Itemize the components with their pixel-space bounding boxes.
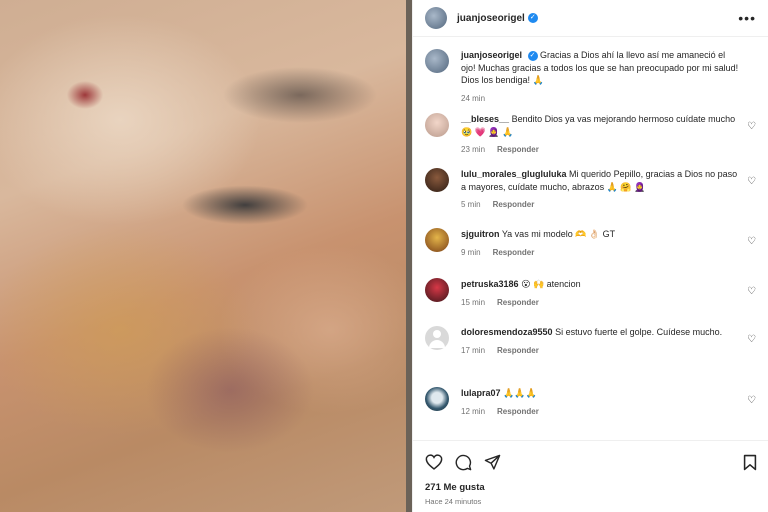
comment-username[interactable]: lulu_morales_glugluluka [461, 169, 567, 179]
comment-username[interactable]: doloresmendoza9550 [461, 327, 553, 337]
author-avatar[interactable] [425, 7, 447, 29]
reply-button[interactable]: Responder [493, 248, 535, 257]
verified-badge-icon: ✓ [527, 50, 538, 61]
commenter-avatar[interactable] [425, 278, 449, 302]
comment-text: 🙏🙏🙏 [503, 388, 537, 398]
commenter-avatar[interactable] [425, 387, 449, 411]
like-comment-icon[interactable]: ♡ [747, 176, 756, 187]
like-count[interactable]: 271 Me gusta [425, 482, 757, 493]
reply-button[interactable]: Responder [497, 298, 539, 307]
comment-text: Ya vas mi modelo 🫶 👌🏻 GT [501, 229, 616, 239]
comment-item: petruska3186 😮 🙌 atencion 15 min Responde… [425, 278, 756, 326]
heart-icon[interactable] [425, 454, 443, 470]
commenter-avatar[interactable] [425, 168, 449, 192]
comment-username[interactable]: lulapra07 [461, 388, 501, 398]
like-comment-icon[interactable]: ♡ [747, 121, 756, 132]
commenter-avatar[interactable] [425, 113, 449, 137]
comment-username[interactable]: sjguitron [461, 229, 500, 239]
comment-time: 12 min [461, 406, 486, 416]
caption-username[interactable]: juanjoseorigel [461, 50, 522, 60]
post-photo[interactable] [0, 0, 412, 512]
bookmark-icon[interactable] [743, 454, 757, 471]
comment-time: 9 min [461, 247, 481, 257]
post-header: juanjoseorigel ✓ ••• [413, 0, 768, 37]
post-side-panel: juanjoseorigel ✓ ••• juanjoseorigel ✓ Gr… [412, 0, 768, 512]
author-username[interactable]: juanjoseorigel [457, 13, 525, 24]
like-comment-icon[interactable]: ♡ [747, 236, 756, 247]
comment-time: 5 min [461, 200, 481, 209]
caption-item: juanjoseorigel ✓ Gracias a Dios ahí la l… [425, 49, 756, 113]
comment-item: lulapra07 🙏🙏🙏 12 min Responder ♡ [425, 387, 756, 427]
like-comment-icon[interactable]: ♡ [747, 286, 756, 297]
more-options-icon[interactable]: ••• [738, 10, 756, 26]
comment-item: __bleses__ Bendito Dios ya vas mejorando… [425, 113, 756, 168]
comment-username[interactable]: __bleses__ [461, 114, 509, 124]
comment-username[interactable]: petruska3186 [461, 279, 519, 289]
comment-item: doloresmendoza9550 Si estuvo fuerte el g… [425, 326, 756, 387]
commenter-avatar[interactable] [425, 228, 449, 252]
reply-button[interactable]: Responder [497, 145, 539, 154]
share-icon[interactable] [484, 454, 501, 471]
like-comment-icon[interactable]: ♡ [747, 334, 756, 345]
comment-text: 😮 🙌 atencion [521, 279, 581, 289]
caption-time: 24 min [461, 93, 486, 103]
post-actions: 271 Me gusta Hace 24 minutos [413, 440, 768, 506]
comment-icon[interactable] [455, 454, 472, 471]
post-timestamp: Hace 24 minutos [425, 497, 482, 506]
comment-item: lulu_morales_glugluluka Mi querido Pepil… [425, 168, 756, 228]
comments-list[interactable]: juanjoseorigel ✓ Gracias a Dios ahí la l… [413, 37, 768, 440]
like-comment-icon[interactable]: ♡ [747, 395, 756, 406]
default-avatar-icon[interactable] [425, 326, 449, 350]
caption-avatar[interactable] [425, 49, 449, 73]
comment-item: sjguitron Ya vas mi modelo 🫶 👌🏻 GT 9 min… [425, 228, 756, 278]
comment-time: 17 min [461, 345, 486, 355]
reply-button[interactable]: Responder [497, 407, 539, 416]
comment-time: 15 min [461, 297, 486, 307]
reply-button[interactable]: Responder [493, 200, 535, 209]
comment-time: 23 min [461, 145, 486, 154]
reply-button[interactable]: Responder [497, 346, 539, 355]
instagram-post: juanjoseorigel ✓ ••• juanjoseorigel ✓ Gr… [0, 0, 768, 512]
comment-text: Si estuvo fuerte el golpe. Cuídese mucho… [555, 327, 723, 337]
verified-badge-icon: ✓ [527, 13, 538, 23]
